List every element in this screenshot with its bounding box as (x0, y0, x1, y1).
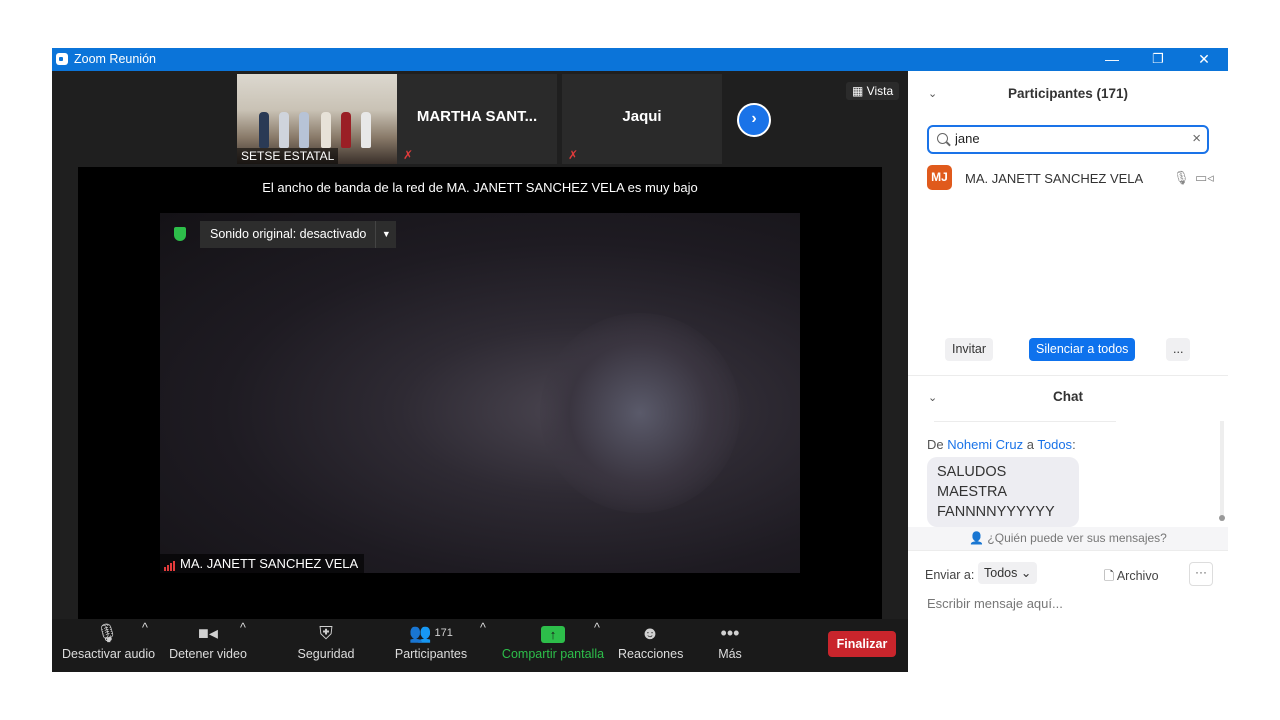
participant-search[interactable]: × (927, 125, 1209, 154)
minimize-button[interactable]: — (1089, 48, 1135, 71)
emoji-icon: ☻ (640, 623, 660, 643)
video-camera-icon[interactable]: ▭◃ (1195, 170, 1214, 186)
file-icon: 🗋 (1104, 569, 1117, 583)
audio-options-caret[interactable]: ^ (142, 621, 148, 635)
participant-name: MA. JANETT SANCHEZ VELA (965, 171, 1144, 186)
invite-button[interactable]: Invitar (945, 338, 994, 361)
next-page-button[interactable]: › (737, 103, 771, 137)
caret-down-icon: ▼ (375, 221, 396, 248)
people-icon: 👥 (409, 623, 432, 643)
mic-muted-icon: ✗ (403, 148, 414, 162)
speaker-video: Sonido original: desactivado ▼ MA. JANET… (160, 213, 800, 573)
thumbnail-name: Jaqui (622, 108, 662, 125)
security-button[interactable]: ⛨ Seguridad (296, 621, 356, 661)
bandwidth-warning: El ancho de banda de la red de MA. JANET… (262, 180, 698, 195)
title-bar: Zoom Reunión — ❐ ✕ (52, 48, 1228, 71)
meeting-stage: SETSE ESTATAL MARTHA SANT... ✗ Jaqui ✗ ›… (52, 71, 908, 672)
mute-all-button[interactable]: Silenciar a todos (1029, 338, 1136, 361)
ellipsis-icon: ••• (720, 623, 740, 643)
share-options-caret[interactable]: ^ (594, 621, 600, 635)
participants-options-caret[interactable]: ^ (480, 621, 486, 635)
clear-icon[interactable]: × (1192, 130, 1201, 147)
divider (908, 375, 1228, 376)
shield-check-icon (174, 227, 186, 241)
video-camera-icon: ■◂ (198, 623, 218, 643)
stop-video-button[interactable]: ■◂ Detener video (166, 621, 250, 661)
grid-icon: ▦ (852, 84, 867, 98)
side-panel: ⌄ Participantes (171) × MJ MA. JANETT SA… (908, 71, 1228, 672)
divider (934, 421, 1116, 422)
restore-button[interactable]: ❐ (1135, 48, 1181, 71)
divider (908, 550, 1228, 551)
thumbnail-name: MARTHA SANT... (416, 108, 538, 125)
zoom-window: Zoom Reunión — ❐ ✕ SETSE ESTATAL MARTHA … (52, 48, 1228, 672)
participants-count: 171 (434, 627, 453, 639)
more-button[interactable]: ••• Más (704, 621, 756, 661)
meeting-toolbar: 🎙 Desactivar audio ^ ■◂ Detener video ^ … (52, 619, 908, 672)
reactions-button[interactable]: ☻ Reacciones (618, 621, 683, 661)
active-speaker-area: El ancho de banda de la red de MA. JANET… (78, 167, 882, 619)
microphone-icon: 🎙 (95, 623, 119, 643)
recipient-link[interactable]: Todos (1037, 437, 1072, 452)
send-to-label: Enviar a: (925, 568, 975, 582)
microphone-icon[interactable]: 🎙 (1173, 170, 1190, 186)
more-options-button[interactable]: ... (1166, 338, 1191, 361)
video-options-caret[interactable]: ^ (240, 621, 246, 635)
window-title: Zoom Reunión (74, 52, 156, 66)
search-icon (937, 133, 948, 144)
sender-link[interactable]: Nohemi Cruz (947, 437, 1023, 452)
mic-muted-icon: ✗ (568, 148, 579, 162)
search-input[interactable] (953, 130, 1187, 147)
chat-scrollbar[interactable] (1219, 421, 1225, 521)
who-can-see-link[interactable]: 👤 ¿Quién puede ver sus mensajes? (908, 527, 1228, 550)
thumbnail-name: SETSE ESTATAL (237, 148, 339, 164)
chat-message-input[interactable] (925, 595, 1209, 612)
share-arrow-icon: ↑ (541, 626, 565, 643)
share-screen-button[interactable]: ↑ Compartir pantalla (501, 621, 605, 661)
speaker-name-label: MA. JANETT SANCHEZ VELA (160, 554, 365, 573)
participants-button[interactable]: 👥 171 Participantes (394, 621, 468, 661)
participants-title: Participantes (171) (1007, 86, 1129, 101)
file-button[interactable]: 🗋 Archivo (1104, 567, 1159, 588)
chat-message: SALUDOS MAESTRA FANNNNYYYYYY (927, 457, 1079, 527)
end-meeting-button[interactable]: Finalizar (828, 631, 896, 657)
person-lock-icon: 👤 (969, 531, 988, 545)
chat-title: Chat (1053, 389, 1083, 404)
participant-row[interactable]: MJ MA. JANETT SANCHEZ VELA 🎙 ▭◃ (927, 165, 1217, 191)
avatar: MJ (927, 165, 952, 190)
video-thumbnail-setse[interactable]: SETSE ESTATAL (237, 74, 397, 164)
chat-more-button[interactable]: ··· (1189, 562, 1213, 586)
shield-icon: ⛨ (319, 623, 333, 643)
signal-bars-icon (164, 556, 176, 571)
video-thumbnail-jaqui[interactable]: Jaqui ✗ (562, 74, 722, 164)
close-button[interactable]: ✕ (1181, 48, 1227, 71)
send-to-dropdown[interactable]: Todos ⌄ (978, 562, 1038, 584)
chat-sender-line: De Nohemi Cruz a Todos: (927, 437, 1076, 452)
chevron-down-icon: ⌄ (1020, 566, 1032, 580)
view-button[interactable]: ▦ Vista (846, 82, 900, 100)
mute-audio-button[interactable]: 🎙 Desactivar audio (62, 621, 155, 661)
original-sound-dropdown[interactable]: Sonido original: desactivado ▼ (200, 221, 397, 248)
zoom-app-icon (56, 53, 68, 65)
video-thumbnail-martha[interactable]: MARTHA SANT... ✗ (397, 74, 557, 164)
